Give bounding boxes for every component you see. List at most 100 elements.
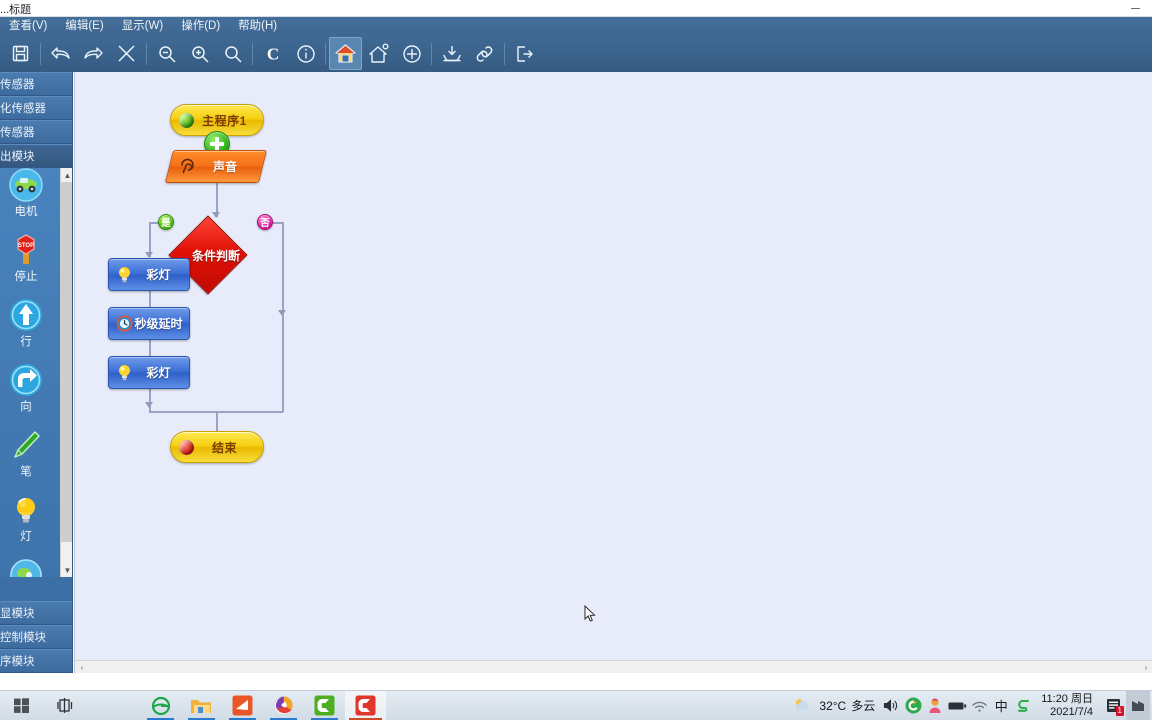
battery-icon[interactable] (946, 691, 968, 720)
flow-node-end-label: 结束 (211, 440, 237, 455)
palette-item-motor[interactable]: 电机 (0, 168, 56, 231)
toolbar-separator (40, 42, 41, 65)
start-button[interactable] (0, 691, 42, 720)
connector-lamp2-join (149, 389, 151, 412)
redo-icon[interactable] (77, 37, 110, 70)
palette-item-extra[interactable] (0, 556, 56, 577)
weather-widget[interactable]: 32°C 多云 (787, 691, 880, 720)
info-icon[interactable] (289, 37, 322, 70)
exit-icon[interactable] (508, 37, 541, 70)
palette-scrollbar-thumb[interactable] (61, 182, 72, 542)
show-desktop-button[interactable] (1126, 690, 1150, 720)
sidebar-category-4[interactable]: 显模块 (0, 601, 72, 625)
subroutine-icon[interactable] (362, 37, 395, 70)
palette-item-pen[interactable]: 笔 (0, 426, 56, 491)
sidebar-category-2[interactable]: 传感器 (0, 120, 72, 144)
svg-text:STOP: STOP (18, 243, 34, 249)
flow-node-sound[interactable]: 声音 (164, 150, 268, 183)
turn-arrow-icon (9, 363, 43, 397)
wifi-icon[interactable] (968, 691, 990, 720)
link-icon[interactable] (468, 37, 501, 70)
menu-display[interactable]: 显示(W) (113, 17, 173, 35)
compile-c-icon[interactable]: C (256, 37, 289, 70)
svg-text:C: C (266, 44, 278, 63)
menu-operation[interactable]: 操作(D) (172, 17, 229, 35)
flow-node-lamp2-label: 彩灯 (146, 366, 171, 380)
flow-node-sound-label: 声音 (212, 160, 237, 174)
mouse-cursor (584, 604, 596, 626)
start-dot-icon (179, 112, 194, 128)
palette-item-turn[interactable]: 向 (0, 361, 56, 426)
scroll-down-arrow-icon[interactable]: ▼ (61, 563, 72, 577)
flowchart-canvas[interactable]: 主程序1 声音 条件判断 是 否 彩灯 秒级延时 彩灯 结束 (75, 72, 1152, 660)
sogou-icon[interactable] (1012, 691, 1034, 720)
scroll-right-arrow-icon[interactable]: › (1139, 661, 1152, 674)
task-view-button[interactable] (42, 691, 88, 720)
undo-icon[interactable] (44, 37, 77, 70)
palette-scrollbar[interactable]: ▲ ▼ (60, 168, 72, 577)
home-icon[interactable] (329, 37, 362, 70)
taskbar-clock[interactable]: 11:20 周日 2021/7/4 (1034, 691, 1100, 720)
menu-view[interactable]: 查看(V) (0, 17, 56, 35)
palette-label-forward: 行 (20, 336, 32, 348)
taskbar-app-browser[interactable] (263, 691, 304, 720)
scroll-up-arrow-icon[interactable]: ▲ (61, 168, 72, 182)
palette-label-turn: 向 (20, 401, 32, 413)
sidebar-category-0[interactable]: 传感器 (0, 72, 72, 96)
zoom-out-icon[interactable] (150, 37, 183, 70)
volume-icon[interactable] (880, 691, 902, 720)
taskbar-app-green-c[interactable] (304, 691, 345, 720)
component-sidebar: 传感器 化传感器 传感器 出模块 电机 STOP 停止 行 向 笔 灯 ▲ ▼ … (0, 72, 73, 673)
flow-node-delay[interactable]: 秒级延时 (108, 307, 190, 340)
pen-icon (9, 428, 43, 462)
ime-indicator[interactable]: 中 (990, 691, 1012, 720)
sidebar-category-3[interactable]: 出模块 (0, 144, 72, 168)
flow-node-end[interactable]: 结束 (170, 431, 264, 463)
toolbar: C (0, 35, 1152, 72)
sidebar-category-6[interactable]: 序模块 (0, 649, 72, 673)
palette-item-forward[interactable]: 行 (0, 296, 56, 361)
zoom-reset-icon[interactable] (216, 37, 249, 70)
flow-node-lamp1-label: 彩灯 (146, 268, 171, 282)
toolbar-separator (431, 42, 432, 65)
menu-help[interactable]: 帮助(H) (229, 17, 286, 35)
menu-edit[interactable]: 编辑(E) (56, 17, 112, 35)
flowchart-canvas-area: 主程序1 声音 条件判断 是 否 彩灯 秒级延时 彩灯 结束 ‹ › (74, 72, 1152, 673)
arrow-no (278, 310, 286, 316)
lamp-icon (9, 493, 43, 527)
save-icon[interactable] (4, 37, 37, 70)
notification-center-button[interactable]: 1 (1100, 691, 1126, 720)
toolbar-separator (252, 42, 253, 65)
taskbar-app-red-c[interactable] (345, 690, 386, 720)
stop-sign-icon: STOP (9, 233, 43, 267)
taskbar-app-media[interactable] (222, 691, 263, 720)
weather-cloud-icon (792, 691, 814, 720)
download-icon[interactable] (435, 37, 468, 70)
user-icon[interactable] (924, 691, 946, 720)
add-circle-icon[interactable] (395, 37, 428, 70)
palette-label-lamp: 灯 (20, 531, 32, 543)
sidebar-category-5[interactable]: 控制模块 (0, 625, 72, 649)
palette-item-lamp[interactable]: 灯 (0, 491, 56, 556)
canvas-horizontal-scrollbar[interactable]: ‹ › (75, 660, 1152, 673)
component-palette: 电机 STOP 停止 行 向 笔 灯 ▲ ▼ (0, 168, 72, 577)
shield-icon[interactable] (902, 691, 924, 720)
minimize-button[interactable] (1118, 0, 1152, 17)
palette-item-stop[interactable]: STOP 停止 (0, 231, 56, 296)
zoom-in-icon[interactable] (183, 37, 216, 70)
ear-icon (178, 157, 197, 176)
sidebar-category-1[interactable]: 化传感器 (0, 96, 72, 120)
branch-badge-no[interactable]: 否 (257, 214, 273, 230)
branch-badge-yes[interactable]: 是 (158, 214, 174, 230)
scroll-left-arrow-icon[interactable]: ‹ (75, 661, 89, 674)
flow-node-lamp1[interactable]: 彩灯 (108, 258, 190, 291)
circle-icon (9, 558, 43, 577)
delete-x-icon[interactable] (110, 37, 143, 70)
flow-node-lamp2[interactable]: 彩灯 (108, 356, 190, 389)
palette-label-motor: 电机 (14, 206, 38, 218)
application-window: ...标题 查看(V) 编辑(E) 显示(W) 操作(D) 帮助(H) C 传感… (0, 0, 1152, 720)
clock-date: 2021/7/4 (1050, 705, 1093, 718)
flow-node-delay-label: 秒级延时 (134, 317, 183, 331)
taskbar-app-file-explorer[interactable] (181, 691, 222, 720)
taskbar-app-internet-explorer[interactable] (140, 691, 181, 720)
